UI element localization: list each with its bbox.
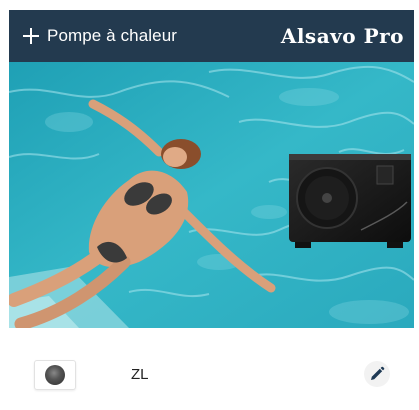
edit-device-button[interactable] bbox=[364, 361, 390, 387]
plus-icon bbox=[23, 28, 39, 44]
device-list-item[interactable]: ZL bbox=[0, 340, 419, 400]
add-device-label: Pompe à chaleur bbox=[47, 26, 178, 45]
add-device-button[interactable]: Pompe à chaleur bbox=[21, 26, 177, 46]
device-name: ZL bbox=[131, 366, 149, 383]
pencil-icon bbox=[371, 366, 385, 380]
brand-title: Alsavo Pro bbox=[280, 24, 404, 48]
hero-banner-image bbox=[9, 62, 414, 328]
app-frame: Pompe à chaleur Alsavo Pro bbox=[9, 10, 414, 328]
top-bar: Pompe à chaleur Alsavo Pro bbox=[9, 10, 414, 62]
device-thumbnail[interactable] bbox=[34, 360, 76, 390]
heat-pump-fan-icon bbox=[45, 365, 65, 385]
